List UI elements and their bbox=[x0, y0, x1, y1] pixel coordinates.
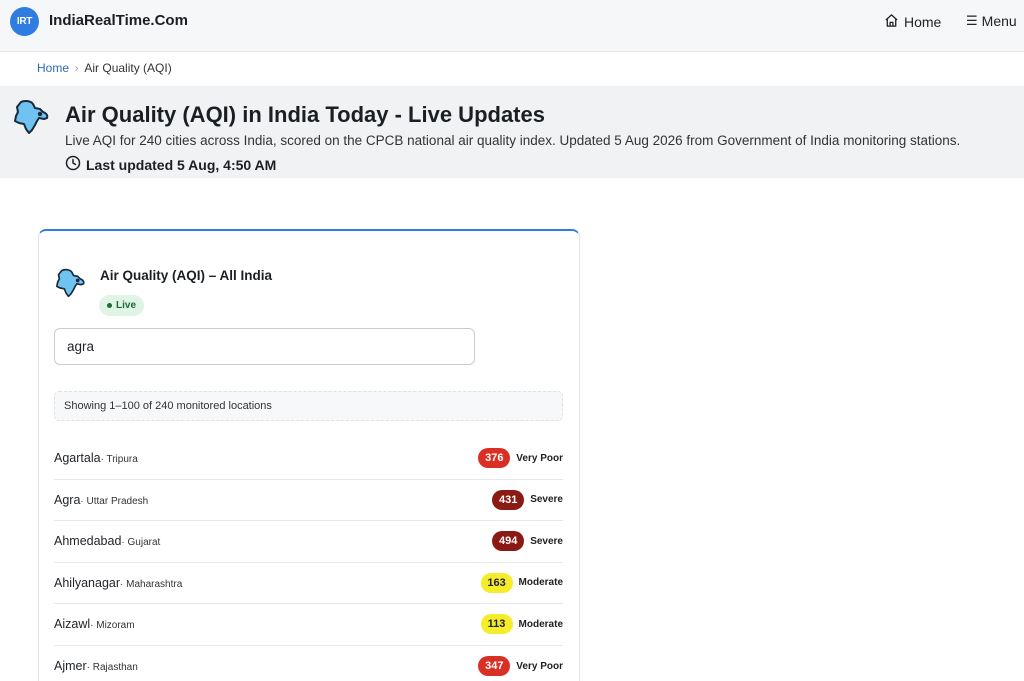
aqi-value-badge: 376 bbox=[478, 448, 511, 469]
aqi-category: Moderate bbox=[518, 618, 563, 630]
site-logo[interactable]: IRT bbox=[10, 7, 39, 36]
live-badge: Live bbox=[99, 295, 145, 316]
aqi-card: Air Quality (AQI) – All India Live Showi… bbox=[38, 229, 580, 681]
aqi-value-badge: 347 bbox=[478, 656, 511, 677]
list-item[interactable]: Agra · Uttar Pradesh 431 Severe bbox=[54, 480, 563, 521]
aqi-value-badge: 494 bbox=[492, 531, 525, 552]
city-name: Agra bbox=[54, 492, 81, 507]
india-map-icon bbox=[13, 99, 51, 135]
breadcrumb: Home › Air Quality (AQI) bbox=[37, 61, 172, 75]
page-description: Live AQI for 240 cities across India, sc… bbox=[65, 133, 961, 148]
state-name: · Gujarat bbox=[121, 537, 161, 549]
aqi-category: Very Poor bbox=[516, 660, 563, 672]
card-title: Air Quality (AQI) – All India bbox=[100, 268, 273, 283]
aqi-category: Very Poor bbox=[516, 452, 563, 464]
india-map-icon bbox=[55, 268, 87, 298]
aqi-list: Agartala · Tripura 376 Very Poor Agra · U… bbox=[54, 438, 563, 681]
site-name-link[interactable]: IndiaRealTime.Com bbox=[49, 12, 188, 29]
nav-home-link[interactable]: Home bbox=[884, 13, 941, 31]
state-name: · Mizoram bbox=[90, 620, 135, 632]
page-hero: Air Quality (AQI) in India Today - Live … bbox=[0, 86, 1024, 178]
list-item[interactable]: Agartala · Tripura 376 Very Poor bbox=[54, 438, 563, 480]
aqi-category: Moderate bbox=[518, 577, 563, 589]
live-label: Live bbox=[116, 300, 137, 311]
live-dot-icon bbox=[107, 303, 112, 308]
list-item[interactable]: Aizawl · Mizoram 113 Moderate bbox=[54, 604, 563, 646]
aqi-value-badge: 163 bbox=[480, 572, 513, 593]
list-item[interactable]: Ajmer · Rajasthan 347 Very Poor bbox=[54, 646, 563, 681]
page-title: Air Quality (AQI) in India Today - Live … bbox=[65, 102, 545, 127]
site-header: IRT IndiaRealTime.Com Home ☰ Menu bbox=[0, 0, 1024, 52]
state-name: · Tripura bbox=[100, 454, 138, 466]
nav-home-label: Home bbox=[904, 14, 942, 30]
city-name: Ahilyanagar bbox=[54, 575, 121, 590]
aqi-value-badge: 113 bbox=[480, 614, 513, 635]
nav-menu-button[interactable]: ☰ Menu bbox=[966, 13, 1017, 29]
city-search-input[interactable] bbox=[54, 328, 475, 365]
list-item[interactable]: Ahilyanagar · Maharashtra 163 Moderate bbox=[54, 563, 563, 604]
nav-menu-label: Menu bbox=[981, 13, 1017, 29]
aqi-category: Severe bbox=[530, 535, 563, 547]
clock-icon bbox=[65, 155, 81, 174]
state-name: · Maharashtra bbox=[120, 578, 183, 590]
city-name: Aizawl bbox=[54, 617, 91, 632]
state-name: · Rajasthan bbox=[86, 662, 138, 674]
aqi-value-badge: 431 bbox=[492, 489, 525, 510]
hamburger-icon: ☰ bbox=[966, 13, 978, 28]
house-icon bbox=[884, 13, 899, 31]
last-updated: Last updated 5 Aug, 4:50 AM bbox=[65, 155, 276, 174]
breadcrumb-separator: › bbox=[75, 62, 79, 74]
breadcrumb-home-link[interactable]: Home bbox=[37, 61, 69, 75]
city-name: Ahmedabad bbox=[54, 534, 122, 549]
list-item[interactable]: Ahmedabad · Gujarat 494 Severe bbox=[54, 521, 563, 563]
breadcrumb-current: Air Quality (AQI) bbox=[84, 61, 172, 75]
results-count: Showing 1–100 of 240 monitored locations bbox=[54, 391, 563, 421]
state-name: · Uttar Pradesh bbox=[80, 495, 149, 507]
aqi-category: Severe bbox=[530, 494, 563, 506]
city-name: Agartala bbox=[54, 451, 101, 466]
last-updated-text: Last updated 5 Aug, 4:50 AM bbox=[86, 156, 277, 173]
city-name: Ajmer bbox=[54, 659, 87, 674]
